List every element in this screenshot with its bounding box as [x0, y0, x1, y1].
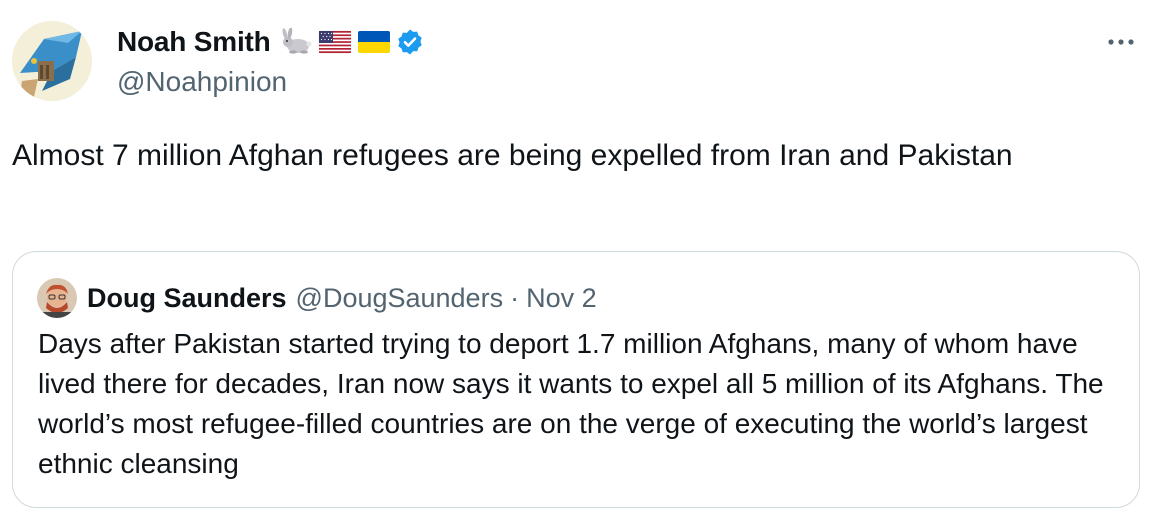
dot-separator: · [510, 282, 520, 313]
quoted-author-handle[interactable]: @DougSaunders [296, 283, 504, 314]
tweet-text: Almost 7 million Afghan refugees are bei… [12, 139, 1013, 172]
quoted-tweet-text: Days after Pakistan started trying to de… [38, 328, 1104, 479]
quoted-tweet-header: Doug Saunders @DougSaunders · Nov 2 [37, 278, 597, 318]
us-flag-icon [318, 30, 351, 54]
author-info: Noah Smith @Noahpinion [117, 22, 424, 98]
author-avatar[interactable] [12, 21, 92, 101]
quoted-author-display-name[interactable]: Doug Saunders [87, 283, 287, 314]
quoted-author-avatar[interactable] [37, 278, 77, 318]
author-handle[interactable]: @Noahpinion [117, 66, 424, 98]
author-badges [279, 28, 424, 56]
verified-badge-icon[interactable] [396, 28, 424, 56]
rabbit-icon [282, 28, 312, 54]
quoted-tweet[interactable]: Doug Saunders @DougSaunders · Nov 2 Days… [12, 251, 1140, 508]
author-display-name[interactable]: Noah Smith [117, 26, 271, 58]
more-horizontal-icon[interactable] [1106, 32, 1136, 52]
tweet[interactable]: Noah Smith @Noahpinion Almost 7 million … [0, 0, 1158, 516]
ukraine-flag-icon [357, 31, 390, 53]
quoted-tweet-date[interactable]: Nov 2 [526, 283, 597, 314]
